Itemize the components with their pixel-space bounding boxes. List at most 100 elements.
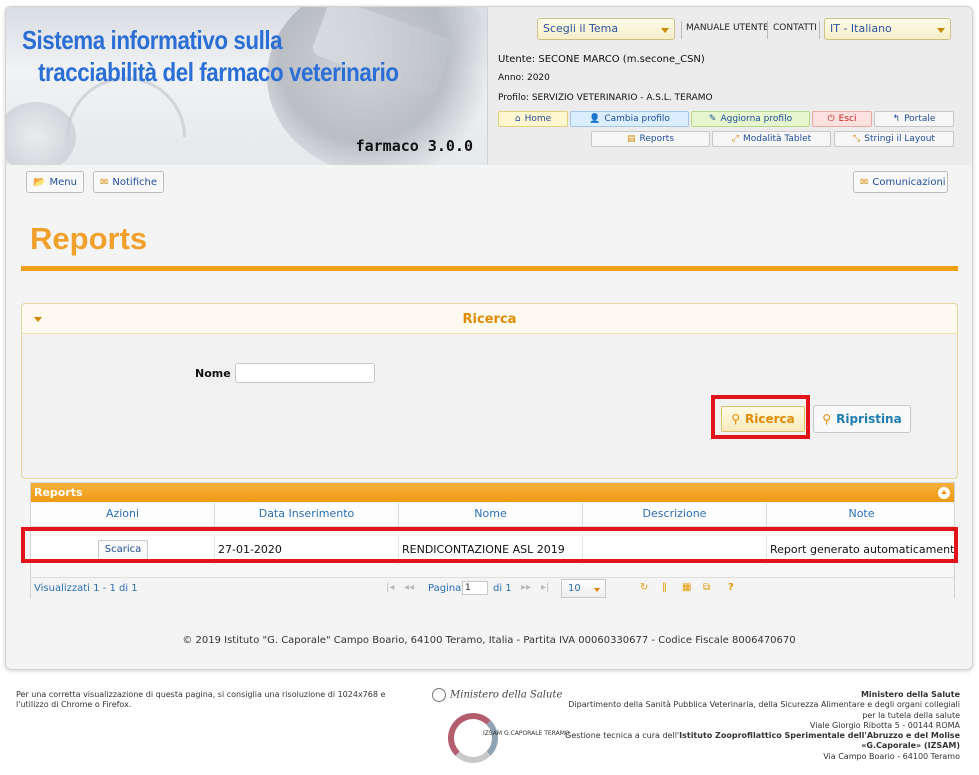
notifications-button[interactable]: ✉ Notifiche [93, 171, 164, 193]
column-separator-icon[interactable]: ‖ [662, 582, 667, 593]
grid-caption: Reports [31, 483, 954, 502]
tech-institute: Istituto Zooprofilattico Sperimentale de… [679, 731, 960, 751]
app-title-line1: Sistema informativo sulla [22, 25, 283, 55]
collapse-grid-icon[interactable] [938, 487, 950, 499]
grid-caption-label: Reports [34, 486, 83, 499]
help-icon[interactable]: ? [728, 582, 734, 593]
notifications-button-label: Notifiche [112, 176, 157, 188]
chevron-down-icon [661, 28, 669, 33]
home-button-label: Home [524, 114, 552, 124]
header-banner: Sistema informativo sulla tracciabilità … [6, 7, 487, 165]
reports-button-label: Reports [639, 134, 675, 144]
change-profile-button[interactable]: 👤 Cambia profilo [570, 111, 689, 127]
next-page-icon[interactable]: ▸▸ [521, 582, 531, 593]
language-select[interactable]: IT - Italiano [824, 18, 951, 40]
back-arrow-icon: ↰ [892, 113, 901, 124]
year-info: Anno: 2020 [498, 73, 550, 83]
contacts-link[interactable]: CONTATTI [773, 23, 817, 33]
table-icon[interactable]: ▦ [682, 582, 691, 593]
portal-button[interactable]: ↰ Portale [874, 111, 954, 127]
exit-button[interactable]: ⏻ Esci [812, 111, 872, 127]
home-button[interactable]: ⌂ Home [498, 111, 568, 127]
ministry-dept: Dipartimento della Sanità Pubblica Veter… [568, 700, 960, 720]
col-header-actions[interactable]: Azioni [31, 503, 215, 527]
search-panel-header[interactable]: Ricerca [22, 304, 957, 334]
search-panel: Ricerca Nome ⚲ Ricerca ⚲ Ripristina [21, 303, 958, 479]
izs-logo-text: IZSAM G.CAPORALE TERAMO [483, 730, 570, 737]
communications-button[interactable]: ✉ Comunicazioni [853, 171, 948, 193]
name-label: Nome [195, 367, 231, 380]
reset-button-label: Ripristina [836, 412, 902, 426]
menu-button[interactable]: 📂 Menu [26, 171, 84, 193]
shrink-layout-label: Stringi il Layout [864, 134, 935, 144]
browser-note: Per una corretta visualizzazione di ques… [16, 690, 386, 709]
user-icon: 👤 [589, 113, 601, 124]
ministry-address-block: Ministero della Salute Dipartimento dell… [560, 690, 960, 762]
app-frame: Sistema informativo sulla tracciabilità … [5, 6, 973, 670]
update-profile-label: Aggiorna profilo [720, 114, 793, 124]
reports-button[interactable]: ▤ Reports [591, 131, 710, 147]
reset-icon: ⚲ [822, 412, 832, 426]
page-title: Reports [30, 221, 148, 256]
name-input[interactable] [235, 363, 375, 383]
chevron-down-icon [937, 28, 945, 33]
report-icon: ▤ [626, 133, 636, 144]
mail-icon: ✉ [860, 176, 869, 188]
portal-button-label: Portale [904, 114, 936, 124]
prev-page-icon[interactable]: ◂◂ [404, 582, 414, 593]
search-button-highlight [711, 395, 810, 439]
theme-select[interactable]: Scegli il Tema [537, 18, 675, 40]
col-header-date[interactable]: Data Inserimento [215, 503, 399, 527]
language-select-label: IT - Italiano [830, 22, 892, 35]
folder-icon: 📂 [33, 176, 46, 188]
first-page-icon[interactable]: |◂ [386, 582, 394, 593]
pager-visible-count: Visualizzati 1 - 1 di 1 [34, 583, 138, 594]
ministry-logo: Ministero della Salute [432, 688, 562, 702]
app-version: farmaco 3.0.0 [355, 137, 473, 155]
tablet-mode-label: Modalità Tablet [742, 134, 812, 144]
communications-button-label: Comunicazioni [872, 176, 946, 188]
exit-button-label: Esci [838, 114, 857, 124]
pager-of-label: di 1 [493, 583, 512, 594]
pager-page-label: Pagina [428, 583, 462, 594]
home-icon: ⌂ [514, 113, 521, 124]
ministry-logo-text: Ministero della Salute [450, 689, 563, 701]
tablet-mode-button[interactable]: ⤢ Modalità Tablet [712, 131, 831, 147]
col-header-note[interactable]: Note [767, 503, 956, 527]
ministry-name: Ministero della Salute [860, 690, 960, 699]
shrink-layout-button[interactable]: ⤡ Stringi il Layout [834, 131, 954, 147]
col-header-description[interactable]: Descrizione [583, 503, 767, 527]
change-profile-label: Cambia profilo [604, 114, 670, 124]
copyright-footer: © 2019 Istituto "G. Caporale" Campo Boar… [182, 635, 796, 646]
menu-button-label: Menu [49, 176, 77, 188]
expand-icon: ⤢ [731, 133, 739, 144]
row-highlight [21, 527, 958, 563]
tech-prefix: Gestione tecnica a cura dell' [565, 731, 680, 741]
emblem-icon [432, 688, 446, 702]
profile-info: Profilo: SERVIZIO VETERINARIO - A.S.L. T… [498, 93, 713, 103]
refresh-icon[interactable]: ↻ [640, 582, 648, 593]
search-panel-title: Ricerca [462, 312, 517, 327]
tech-address: Via Campo Boario - 64100 Teramo [823, 751, 960, 761]
power-icon: ⏻ [827, 113, 835, 124]
grid-pager: Visualizzati 1 - 1 di 1 |◂ ◂◂ Pagina 1 d… [31, 577, 954, 599]
pencil-icon: ✎ [708, 113, 717, 124]
export-icon[interactable]: ⧉ [703, 582, 710, 593]
user-info: Utente: SECONE MARCO (m.secone_CSN) [498, 54, 705, 65]
chevron-down-icon [594, 588, 600, 592]
app-title-line2: tracciabilità del farmaco veterinario [38, 57, 399, 87]
col-header-name[interactable]: Nome [399, 503, 583, 527]
rows-per-page-select[interactable]: 10 [561, 579, 606, 598]
shrink-icon: ⤡ [853, 133, 861, 144]
update-profile-button[interactable]: ✎ Aggiorna profilo [691, 111, 810, 127]
reset-button[interactable]: ⚲ Ripristina [813, 405, 911, 433]
grid-header: Azioni Data Inserimento Nome Descrizione… [31, 503, 954, 527]
rows-per-page-value: 10 [568, 583, 581, 594]
title-divider [21, 266, 958, 271]
page-number-input[interactable]: 1 [462, 581, 488, 595]
izs-logo [448, 713, 498, 763]
header-panel: Scegli il Tema MANUALE UTENTE CONTATTI I… [487, 7, 972, 165]
manual-link[interactable]: MANUALE UTENTE [686, 23, 769, 33]
envelope-open-icon: ✉ [100, 176, 109, 188]
last-page-icon[interactable]: ▸| [541, 582, 549, 593]
